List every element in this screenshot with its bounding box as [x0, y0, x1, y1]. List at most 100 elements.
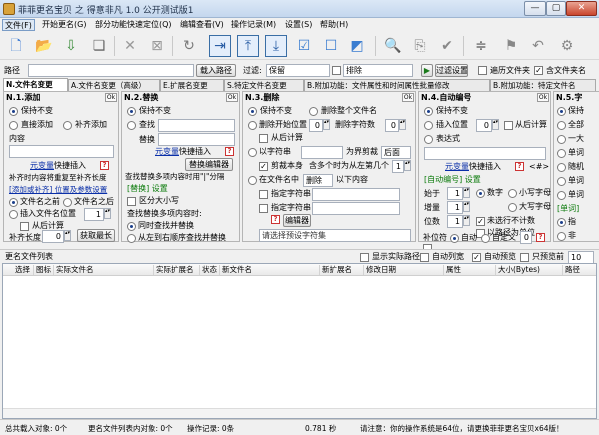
pad-custom-radio[interactable] — [481, 234, 490, 243]
col-status[interactable]: 状态 — [199, 265, 217, 275]
col-modified[interactable]: 修改日期 — [363, 265, 396, 275]
refresh-icon[interactable]: ↻ — [178, 35, 200, 57]
clipboard-icon[interactable]: ⎘ — [409, 35, 431, 57]
case-settings-link[interactable]: [单词] — [557, 204, 579, 214]
keep-filter-input[interactable]: 保留 — [266, 64, 330, 77]
number-increment-spinner[interactable]: ▴▾ — [463, 201, 470, 212]
case-option-4-radio[interactable] — [557, 149, 566, 158]
preset-charset-select[interactable]: 请选择预设字符集 — [259, 229, 411, 242]
clear-icon[interactable]: ⊠ — [146, 35, 168, 57]
select-none-icon[interactable]: ☐ — [320, 35, 342, 57]
menu-file[interactable]: 文件(F) — [2, 19, 35, 31]
case-option-3-radio[interactable] — [557, 135, 566, 144]
number-expr-input[interactable] — [424, 147, 546, 160]
add-content-input[interactable] — [9, 145, 114, 158]
menu-help[interactable]: 帮助(H) — [318, 19, 350, 31]
case-option-2-radio[interactable] — [557, 121, 566, 130]
pad-custom-input[interactable]: 0 — [520, 231, 532, 244]
panel-delete-ok[interactable]: Ok — [402, 93, 414, 102]
delete-all-radio[interactable] — [309, 107, 318, 116]
delete-icon[interactable]: ✕ — [119, 35, 141, 57]
number-insert-input[interactable]: 0 — [476, 119, 492, 132]
add-after-radio[interactable] — [63, 198, 72, 207]
panel-number-ok[interactable]: Ok — [537, 93, 549, 102]
apply-icon[interactable]: ✔ — [436, 35, 458, 57]
delete-count-input[interactable]: 0 — [385, 119, 399, 132]
add-pad-len-input[interactable]: 0 — [42, 230, 64, 243]
case-option-6-radio[interactable] — [557, 177, 566, 186]
number-digits-spinner[interactable]: ▴▾ — [463, 215, 470, 226]
add-var-link[interactable]: 元变量 — [30, 161, 54, 171]
exclude-filter-input[interactable]: 排除 — [343, 64, 413, 77]
select-all-icon[interactable]: ☑ — [293, 35, 315, 57]
specific-char2-input[interactable] — [312, 202, 400, 215]
col-actual-name[interactable]: 实际文件名 — [53, 265, 94, 275]
get-max-button[interactable]: 获取最长 — [77, 229, 115, 242]
replace-find-input[interactable] — [158, 119, 235, 132]
number-digit-radio[interactable] — [476, 189, 485, 198]
delete-editor-button[interactable]: 编辑器 — [283, 214, 311, 227]
col-new-ext[interactable]: 新扩展名 — [319, 265, 352, 275]
case-keep-radio[interactable] — [557, 107, 566, 116]
add-quick-insert[interactable]: 快捷插入 — [54, 161, 86, 171]
number-from-end-checkbox[interactable] — [504, 121, 513, 130]
menu-start-rename[interactable]: 开始更名(G) — [40, 19, 88, 31]
menu-quick-locate[interactable]: 部分功能快速定位(Q) — [93, 19, 174, 31]
panel-replace-ok[interactable]: Ok — [226, 93, 238, 102]
flag-icon[interactable]: ⚑ — [500, 35, 522, 57]
tab-filename-change[interactable]: N.文件名变更 — [3, 78, 68, 91]
menu-history[interactable]: 操作记录(M) — [229, 19, 278, 31]
tab-filename-advanced[interactable]: A.文件名变更（高级） — [68, 79, 160, 91]
move-top-icon[interactable]: ⤒ — [237, 35, 259, 57]
number-insert-radio[interactable] — [424, 121, 433, 130]
grid-horizontal-scrollbar[interactable] — [3, 408, 596, 418]
cut-self-checkbox[interactable]: ✓ — [259, 162, 268, 171]
settings-icon[interactable]: ⚙ — [556, 35, 578, 57]
number-start-input[interactable]: 1 — [447, 187, 463, 200]
exclude-checkbox[interactable] — [332, 66, 341, 75]
not-counting-checkbox[interactable]: ✓ — [476, 217, 485, 226]
replace-editor-button[interactable]: 替换编辑器 — [185, 158, 233, 171]
replace-help-icon[interactable]: ? — [225, 147, 234, 156]
invert-select-icon[interactable]: ◩ — [346, 35, 368, 57]
add-pad-radio[interactable] — [63, 121, 72, 130]
col-size[interactable]: 大小(Bytes) — [495, 265, 540, 275]
maximize-button[interactable]: ▢ — [546, 1, 566, 16]
add-before-radio[interactable] — [9, 198, 18, 207]
load-path-button[interactable]: 载入路径 — [196, 64, 236, 77]
number-lower-radio[interactable] — [508, 189, 517, 198]
delete-count-spinner[interactable]: ▴▾ — [399, 119, 406, 130]
number-quick-insert[interactable]: 快捷插入 — [469, 162, 501, 172]
col-path[interactable]: 路径 — [562, 265, 580, 275]
specific-char-checkbox[interactable] — [259, 190, 268, 199]
case-option-7-radio[interactable] — [557, 191, 566, 200]
case-opt-b-radio[interactable] — [557, 232, 566, 241]
col-new-name[interactable]: 新文件名 — [219, 265, 252, 275]
number-start-spinner[interactable]: ▴▾ — [463, 187, 470, 198]
number-keep-radio[interactable] — [424, 107, 433, 116]
delete-start-radio[interactable] — [248, 121, 257, 130]
pad-help-icon[interactable]: ? — [536, 233, 545, 242]
add-prepend-radio[interactable] — [9, 121, 18, 130]
sliders-icon[interactable]: ≑ — [470, 35, 492, 57]
replace-settings-link[interactable]: [替换] 设置 — [127, 184, 168, 194]
delete-in-name-radio[interactable] — [248, 176, 257, 185]
multi-occ-input[interactable]: 1 — [392, 160, 404, 173]
col-select[interactable]: 选择 — [13, 265, 30, 275]
replace-quick-insert[interactable]: 快捷插入 — [179, 147, 211, 157]
tab-extension-change[interactable]: E.扩展名变更 — [160, 79, 224, 91]
delete-from-end-checkbox[interactable] — [259, 134, 268, 143]
add-settings-link[interactable]: [添加或补齐] 位置及参数设置 — [9, 185, 107, 195]
number-insert-spinner[interactable]: ▴▾ — [492, 119, 499, 130]
filter-settings-button[interactable]: 过滤设置 — [435, 64, 468, 77]
undo-icon[interactable]: ↶ — [527, 35, 549, 57]
replace-find-radio[interactable] — [127, 121, 136, 130]
delete-keep-radio[interactable] — [248, 107, 257, 116]
replace-case-checkbox[interactable] — [127, 197, 136, 206]
traverse-checkbox[interactable] — [478, 66, 487, 75]
delete-position-select[interactable]: 后面 — [381, 146, 411, 159]
number-digits-input[interactable]: 1 — [447, 215, 463, 228]
case-option-5-radio[interactable] — [557, 163, 566, 172]
specific-char2-checkbox[interactable] — [259, 204, 268, 213]
play-icon[interactable]: ▶ — [421, 64, 433, 77]
